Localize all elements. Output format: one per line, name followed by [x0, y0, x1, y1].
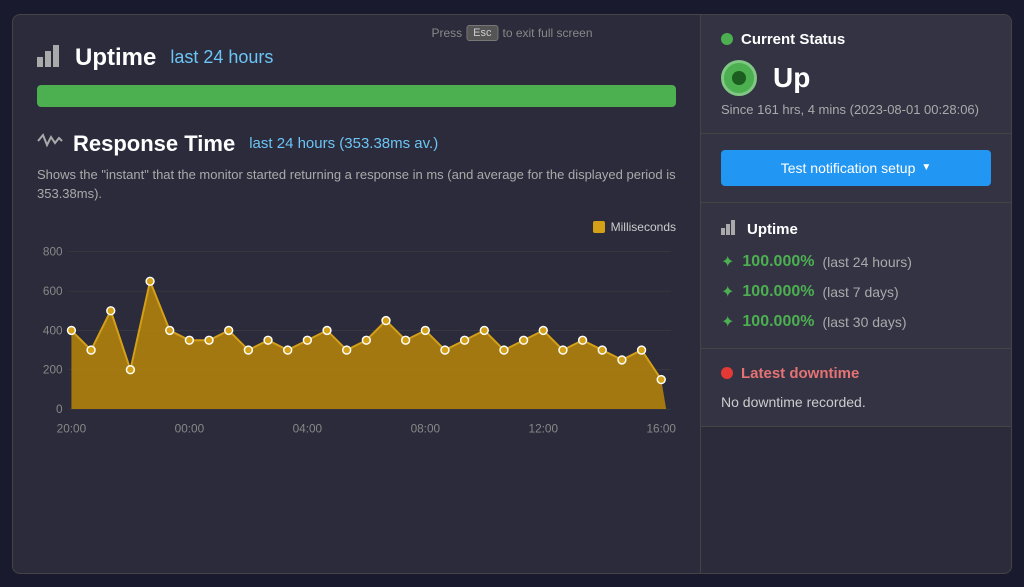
status-dot-red — [721, 367, 733, 379]
svg-text:16:00: 16:00 — [646, 422, 676, 435]
svg-text:08:00: 08:00 — [411, 422, 441, 435]
progress-bar-fill — [37, 85, 676, 107]
test-notification-section: Test notification setup ▼ — [701, 134, 1011, 203]
current-status-title: Current Status — [741, 31, 845, 48]
green-star-icon-30d: ✦ — [721, 312, 734, 332]
response-header: Response Time last 24 hours (353.38ms av… — [37, 131, 676, 157]
main-container: Press Esc to exit full screen Uptime las… — [12, 14, 1012, 574]
response-icon — [37, 131, 63, 157]
up-icon-large — [721, 60, 757, 96]
response-subtitle: last 24 hours (353.38ms av.) — [249, 135, 438, 152]
uptime-progress-bar — [37, 85, 676, 107]
svg-text:800: 800 — [43, 245, 63, 258]
svg-text:200: 200 — [43, 363, 63, 376]
up-icon-inner — [732, 71, 746, 85]
exit-text: to exit full screen — [502, 26, 592, 40]
since-text: Since 161 hrs, 4 mins (2023-08-01 00:28:… — [721, 102, 991, 117]
svg-text:04:00: 04:00 — [293, 422, 323, 435]
current-status-title-row: Current Status — [721, 31, 991, 48]
uptime-subtitle: last 24 hours — [170, 47, 273, 68]
latest-downtime-section: Latest downtime No downtime recorded. — [701, 349, 1011, 427]
svg-text:600: 600 — [43, 285, 63, 298]
stat-percent-30d: 100.000% — [742, 313, 814, 331]
stat-period-30d: (last 30 days) — [822, 314, 906, 330]
stat-percent-7d: 100.000% — [742, 283, 814, 301]
uptime-title: Uptime — [75, 44, 156, 72]
legend-color-dot — [593, 221, 605, 233]
svg-text:20:00: 20:00 — [57, 422, 87, 435]
esc-badge: Esc — [466, 25, 498, 41]
main-panel: Uptime last 24 hours Response Time last … — [13, 15, 701, 573]
uptime-stat-row-30d: ✦ 100.000% (last 30 days) — [721, 312, 991, 332]
uptime-header: Uptime last 24 hours — [37, 43, 676, 73]
up-status-row: Up — [721, 60, 991, 96]
stat-percent-24h: 100.000% — [742, 253, 814, 271]
green-star-icon-7d: ✦ — [721, 282, 734, 302]
response-title: Response Time — [73, 131, 235, 157]
fullscreen-hint: Press Esc to exit full screen — [431, 25, 592, 41]
uptime-stat-row-24h: ✦ 100.000% (last 24 hours) — [721, 252, 991, 272]
svg-text:400: 400 — [43, 324, 63, 337]
test-btn-label: Test notification setup — [781, 160, 916, 176]
uptime-stats-section: Uptime ✦ 100.000% (last 24 hours) ✦ 100.… — [701, 203, 1011, 349]
latest-downtime-title: Latest downtime — [741, 365, 859, 382]
chart-wrapper: Milliseconds 800 600 400 200 0 — [37, 220, 676, 459]
up-status-text: Up — [773, 62, 810, 94]
uptime-stat-row-7d: ✦ 100.000% (last 7 days) — [721, 282, 991, 302]
uptime-side-title: Uptime — [747, 221, 798, 238]
latest-downtime-title-row: Latest downtime — [721, 365, 991, 382]
chart-legend-label: Milliseconds — [611, 220, 676, 234]
dropdown-arrow-icon: ▼ — [921, 162, 931, 173]
chart-legend: Milliseconds — [37, 220, 676, 234]
test-notification-button[interactable]: Test notification setup ▼ — [721, 150, 991, 186]
stat-period-7d: (last 7 days) — [822, 284, 898, 300]
svg-text:0: 0 — [56, 402, 63, 415]
chart-svg: 800 600 400 200 0 — [37, 238, 676, 459]
side-panel: Current Status Up Since 161 hrs, 4 mins … — [701, 15, 1011, 573]
stat-period-24h: (last 24 hours) — [822, 254, 911, 270]
green-star-icon-24h: ✦ — [721, 252, 734, 272]
uptime-side-title-row: Uptime — [721, 219, 991, 240]
uptime-bar-icon — [721, 219, 739, 240]
svg-text:00:00: 00:00 — [175, 422, 205, 435]
bar-chart-icon — [37, 43, 65, 73]
no-downtime-message: No downtime recorded. — [721, 394, 991, 410]
current-status-section: Current Status Up Since 161 hrs, 4 mins … — [701, 15, 1011, 134]
svg-text:12:00: 12:00 — [529, 422, 559, 435]
press-text: Press — [431, 26, 462, 40]
status-dot-active — [721, 33, 733, 45]
response-desc: Shows the "instant" that the monitor sta… — [37, 165, 676, 204]
